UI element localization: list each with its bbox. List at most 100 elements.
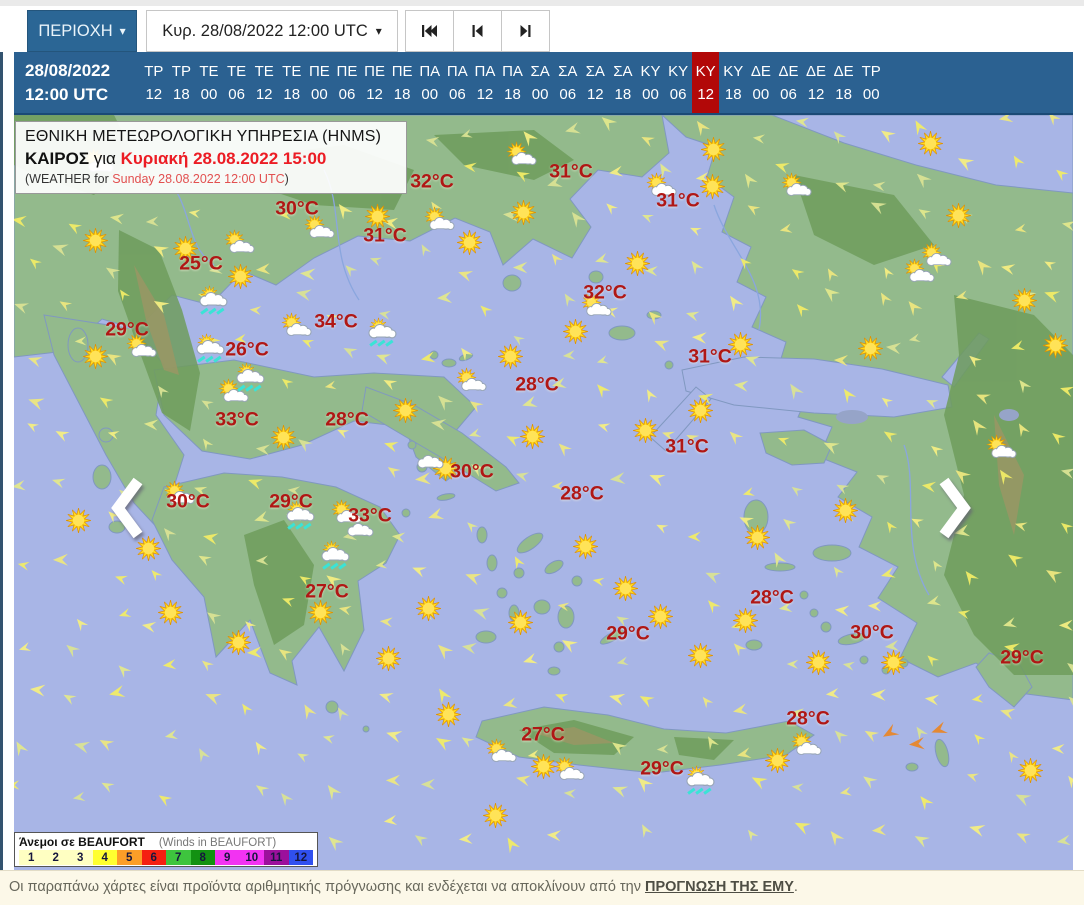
timeline-step[interactable]: ΚΥ 12 <box>691 52 720 113</box>
timeline-step[interactable]: ΔΕ 06 <box>775 52 803 113</box>
chevron-down-icon: ▾ <box>119 24 126 38</box>
map-prev-arrow[interactable] <box>108 475 146 546</box>
temperature-label: 32°C <box>583 281 627 304</box>
timeline-step[interactable]: ΔΕ 18 <box>830 52 858 113</box>
weather-map[interactable]: 32°C 31°C 30°C 31°C 31°C 25°C 32°C 34°C 29°C 26°C… <box>14 115 1073 870</box>
temperature-label: 33°C <box>348 504 392 527</box>
beaufort-cell: 5 <box>117 850 142 865</box>
timeline-step[interactable]: ΠΑ 06 <box>444 52 472 113</box>
info-box-paren: ) <box>284 172 289 186</box>
disclaimer-text: Οι παραπάνω χάρτες είναι προϊόντα αριθμη… <box>9 879 641 895</box>
timeline-step[interactable]: ΠΑ 18 <box>499 52 527 113</box>
timeline-step[interactable]: ΣΑ 12 <box>582 52 610 113</box>
chevron-left-icon <box>111 477 143 539</box>
timeline-step[interactable]: ΣΑ 06 <box>554 52 582 113</box>
timeline-step[interactable]: ΚΥ 00 <box>637 52 665 113</box>
info-box-weather-label: ΚΑΙΡΟΣ <box>25 149 90 168</box>
datetime-dropdown-button[interactable]: Κυρ. 28/08/2022 12:00 UTC ▾ <box>146 10 398 52</box>
temperature-label: 29°C <box>640 757 684 780</box>
step-forward-icon <box>520 25 531 37</box>
timeline-step[interactable]: ΠΕ 18 <box>388 52 416 113</box>
timeline-current-date: 28/08/2022 <box>25 61 111 80</box>
timeline-bar: 28/08/2022 12:00 UTC ΤΡ 12 ΤΡ 18 ΤΕ 00 ΤΕ 06 ΤΕ 1… <box>14 52 1073 115</box>
timeline-step[interactable]: ΚΥ 18 <box>719 52 747 113</box>
timestep-nav-group <box>405 10 550 52</box>
timeline-step[interactable]: ΠΕ 00 <box>306 52 334 113</box>
temperature-label: 28°C <box>515 373 559 396</box>
temperature-labels-layer: 32°C 31°C 30°C 31°C 31°C 25°C 32°C 34°C 29°C 26°C… <box>14 115 1073 870</box>
beaufort-legend: Άνεμοι σε BEAUFORT (Winds in BEAUFORT) 1… <box>14 832 318 867</box>
timeline-step[interactable]: ΔΕ 00 <box>747 52 775 113</box>
timeline-step[interactable]: ΣΑ 00 <box>526 52 554 113</box>
temperature-label: 28°C <box>750 586 794 609</box>
timeline-step[interactable]: ΤΕ 06 <box>223 52 251 113</box>
step-back-button[interactable] <box>453 10 502 52</box>
beaufort-cell: 7 <box>166 850 191 865</box>
info-box-for-label: για <box>93 149 116 168</box>
weather-map-app: ΠΕΡΙΟΧΗ ▾ Κυρ. 28/08/2022 12:00 UTC ▾ 28… <box>0 0 1084 905</box>
temperature-label: 32°C <box>410 170 454 193</box>
temperature-label: 34°C <box>314 310 358 333</box>
info-box-forecast-line-en: (WEATHER for Sunday 28.08.2022 12:00 UTC… <box>25 172 397 186</box>
timeline-steps: ΤΡ 12 ΤΡ 18 ΤΕ 00 ΤΕ 06 ΤΕ 12 ΤΕ 18 ΠΕ 00 ΠΕ 06 ΠΕ 12 ΠΕ 18… <box>140 52 885 113</box>
beaufort-cell: 12 <box>288 850 313 865</box>
timeline-step[interactable]: ΠΑ 00 <box>416 52 444 113</box>
temperature-label: 30°C <box>166 490 210 513</box>
beaufort-cell: 2 <box>43 850 68 865</box>
info-box-forecast-datetime-en: Sunday 28.08.2022 12:00 UTC <box>112 172 285 186</box>
region-dropdown-label: ΠΕΡΙΟΧΗ <box>38 21 113 40</box>
beaufort-scale: 1 2 3 4 5 6 7 8 9 10 11 12 <box>19 850 313 865</box>
disclaimer-period: . <box>793 879 798 895</box>
map-next-arrow[interactable] <box>936 475 974 546</box>
timeline-step[interactable]: ΤΕ 00 <box>195 52 223 113</box>
beaufort-cell: 9 <box>215 850 240 865</box>
temperature-label: 28°C <box>325 408 369 431</box>
disclaimer-bar: Οι παραπάνω χάρτες είναι προϊόντα αριθμη… <box>0 870 1084 905</box>
temperature-label: 31°C <box>363 224 407 247</box>
temperature-label: 28°C <box>786 707 830 730</box>
step-back-icon <box>472 25 483 37</box>
beaufort-legend-title: Άνεμοι σε BEAUFORT <box>19 835 145 849</box>
info-box-weather-label-en: (WEATHER for <box>25 172 113 186</box>
info-box-forecast-datetime: Κυριακή 28.08.2022 15:00 <box>120 149 327 168</box>
emy-forecast-link[interactable]: ΠΡΟΓΝΩΣΗ ΤΗΣ ΕΜΥ <box>645 879 794 895</box>
beaufort-cell: 3 <box>68 850 93 865</box>
temperature-label: 30°C <box>275 197 319 220</box>
step-forward-button[interactable] <box>501 10 550 52</box>
beaufort-cell: 6 <box>141 850 166 865</box>
timeline-step[interactable]: ΤΕ 12 <box>250 52 278 113</box>
info-box-forecast-line: ΚΑΙΡΟΣ για Κυριακή 28.08.2022 15:00 <box>25 149 397 169</box>
beaufort-cell: 1 <box>19 850 44 865</box>
temperature-label: 28°C <box>560 482 604 505</box>
timeline-step[interactable]: ΠΑ 12 <box>471 52 499 113</box>
beaufort-cell: 10 <box>239 850 264 865</box>
left-edge-strip <box>0 52 3 870</box>
timeline-step[interactable]: ΠΕ 12 <box>361 52 389 113</box>
temperature-label: 29°C <box>1000 646 1044 669</box>
temperature-label: 30°C <box>450 460 494 483</box>
map-info-box: ΕΘΝΙΚΗ ΜΕΤΕΩΡΟΛΟΓΙΚΗ ΥΠΗΡΕΣΙΑ (HNMS) ΚΑΙ… <box>15 121 407 194</box>
temperature-label: 27°C <box>521 723 565 746</box>
temperature-label: 29°C <box>105 318 149 341</box>
timeline-step[interactable]: ΤΡ 12 <box>140 52 168 113</box>
timeline-step[interactable]: ΤΡ 00 <box>857 52 885 113</box>
timeline-step[interactable]: ΚΥ 06 <box>664 52 692 113</box>
skip-to-first-button[interactable] <box>405 10 454 52</box>
chevron-down-icon: ▾ <box>375 24 382 38</box>
timeline-step[interactable]: ΤΡ 18 <box>168 52 196 113</box>
timeline-current-datetime: 28/08/2022 12:00 UTC <box>25 59 110 107</box>
beaufort-cell: 4 <box>92 850 117 865</box>
timeline-step[interactable]: ΔΕ 12 <box>802 52 830 113</box>
timeline-current-time: 12:00 UTC <box>25 85 109 104</box>
temperature-label: 33°C <box>215 408 259 431</box>
info-box-agency: ΕΘΝΙΚΗ ΜΕΤΕΩΡΟΛΟΓΙΚΗ ΥΠΗΡΕΣΙΑ (HNMS) <box>25 128 382 145</box>
datetime-dropdown-label: Κυρ. 28/08/2022 12:00 UTC <box>162 21 368 40</box>
timeline-step[interactable]: ΤΕ 18 <box>278 52 306 113</box>
region-dropdown-button[interactable]: ΠΕΡΙΟΧΗ ▾ <box>27 10 137 52</box>
temperature-label: 29°C <box>606 622 650 645</box>
timeline-step[interactable]: ΣΑ 18 <box>609 52 637 113</box>
temperature-label: 31°C <box>549 160 593 183</box>
temperature-label: 31°C <box>688 345 732 368</box>
timeline-step[interactable]: ΠΕ 06 <box>333 52 361 113</box>
top-edge-strip <box>0 0 1084 6</box>
